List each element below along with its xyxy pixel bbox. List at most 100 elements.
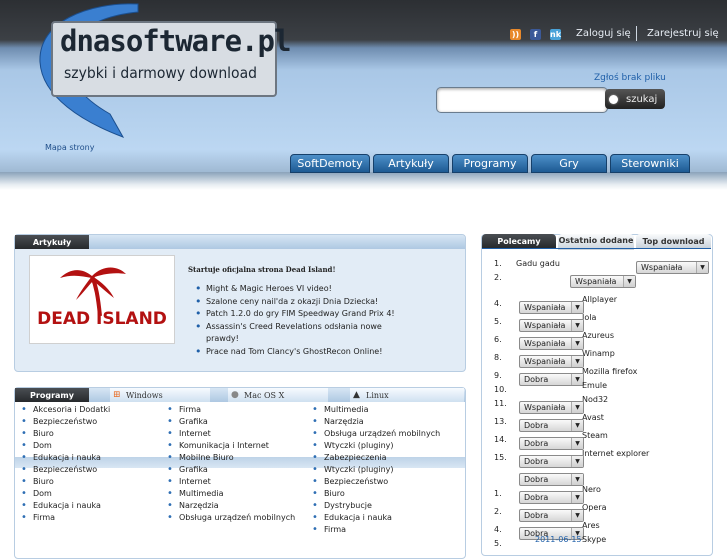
list-item[interactable]: Edukacja i nauka (308, 512, 440, 524)
report-missing-file-link[interactable]: Zgłoś brak pliku (594, 73, 666, 83)
rank-program-name[interactable]: Skype (582, 535, 606, 544)
list-item[interactable]: Multimedia (163, 488, 295, 500)
list-item[interactable]: Obsługa urządzeń mobilnych (308, 428, 440, 440)
list-item[interactable]: Biuro (17, 476, 110, 488)
rank-program-name[interactable]: Nero (582, 485, 601, 494)
list-item[interactable]: Bezpieczeństwo (308, 476, 440, 488)
list-item[interactable]: Grafika (163, 464, 295, 476)
list-item[interactable]: Narzędzia (308, 416, 440, 428)
list-item[interactable]: Dystrybucje (308, 500, 440, 512)
list-item[interactable]: Akcesoria i Dodatki (17, 404, 110, 416)
list-item[interactable]: Bezpieczeństwo (17, 464, 110, 476)
chevron-down-icon: ▼ (623, 276, 635, 287)
rank-program-name[interactable]: Steam (582, 431, 608, 440)
tab-top-download[interactable]: Top download (636, 234, 711, 248)
programs-column-3: Multimedia Narzędzia Obsługa urządzeń mo… (308, 404, 440, 536)
programs-column-2: Firma Grafika Internet Komunikacja i Int… (163, 404, 295, 524)
rating-select[interactable]: Dobra ▼ (519, 473, 584, 486)
rank-program-name[interactable]: Azureus (582, 331, 614, 340)
rating-select[interactable]: Dobra ▼ (519, 491, 584, 504)
nav-tab-gry[interactable]: Gry (531, 154, 607, 173)
nav-tab-artykuly[interactable]: Artykuły (373, 154, 449, 173)
list-item[interactable]: Firma (17, 512, 110, 524)
list-item[interactable]: Biuro (17, 428, 110, 440)
rank-program-name[interactable]: Opera (582, 503, 607, 512)
facebook-icon[interactable]: f (530, 29, 541, 40)
rating-select[interactable]: Dobra ▼ (519, 437, 584, 450)
tab-programs[interactable]: Programy (15, 388, 89, 402)
rank-program-name[interactable]: Ares (582, 521, 600, 530)
list-item[interactable]: Assassin's Creed Revelations odsłania no… (195, 321, 405, 346)
rank-program-name[interactable]: Nod32 (582, 395, 608, 404)
list-item[interactable]: Wtyczki (pluginy) (308, 440, 440, 452)
search-button[interactable]: szukaj (605, 89, 665, 109)
list-item[interactable]: Internet (163, 476, 295, 488)
tab-linux[interactable]: ▲ Linux (350, 388, 464, 402)
chevron-down-icon: ▼ (571, 474, 583, 485)
rating-value: Dobra (524, 421, 549, 430)
logo-title[interactable]: dnasoftware.pl (60, 24, 291, 58)
search-input[interactable] (436, 87, 608, 113)
nav-tab-softdemoty[interactable]: SoftDemoty (290, 154, 370, 173)
rating-select[interactable]: Dobra ▼ (519, 419, 584, 432)
rank-program-name[interactable]: Mozilla firefox (582, 367, 637, 376)
rank-program-name[interactable]: Jola (582, 313, 596, 322)
list-item[interactable]: Obsługa urządzeń mobilnych (163, 512, 295, 524)
rating-select[interactable]: Dobra ▼ (519, 373, 584, 386)
list-item[interactable]: Biuro (308, 488, 440, 500)
list-item[interactable]: Edukacja i nauka (17, 500, 110, 512)
rating-select[interactable]: Wspaniała ▼ (519, 401, 584, 414)
login-link[interactable]: Zaloguj się (576, 28, 631, 39)
rank-program-name[interactable]: Emule (582, 381, 607, 390)
list-item[interactable]: Dom (17, 488, 110, 500)
rating-select[interactable]: Wspaniała ▼ (519, 319, 584, 332)
rating-value: Wspaniała (575, 277, 617, 286)
rank-program-name[interactable]: Avast (582, 413, 604, 422)
rating-select[interactable]: Wspaniała ▼ (636, 261, 709, 274)
article-headline[interactable]: Startuje oficjalna strona Dead Island! (188, 265, 336, 274)
list-item[interactable]: Komunikacja i Internet (163, 440, 295, 452)
list-item[interactable]: Multimedia (308, 404, 440, 416)
rating-select[interactable]: Wspaniała ▼ (519, 355, 584, 368)
list-item[interactable]: Mobilne Biuro (163, 452, 295, 464)
list-item[interactable]: Wtyczki (pluginy) (308, 464, 440, 476)
nav-tab-sterowniki[interactable]: Sterowniki (610, 154, 690, 173)
dead-island-image[interactable]: DEAD ISLAND (29, 255, 175, 344)
tab-recommended[interactable]: Polecamy (482, 234, 556, 248)
list-item[interactable]: Bezpieczeństwo (17, 416, 110, 428)
rating-value: Wspaniała (524, 303, 566, 312)
tab-macosx[interactable]: ● Mac OS X (228, 388, 328, 402)
list-item[interactable]: Internet (163, 428, 295, 440)
tab-windows[interactable]: ⊞ Windows (110, 388, 210, 402)
sitemap-link[interactable]: Mapa strony (45, 143, 94, 152)
list-item[interactable]: Narzędzia (163, 500, 295, 512)
chevron-down-icon: ▼ (571, 338, 583, 349)
rank-program-name[interactable]: Winamp (582, 349, 615, 358)
tab-articles[interactable]: Artykuły (15, 235, 89, 249)
rank-program-name[interactable]: Internet explorer (582, 449, 649, 458)
rating-select[interactable]: Wspaniała ▼ (519, 337, 584, 350)
rss-icon[interactable]: )) (510, 29, 521, 40)
list-item[interactable]: Might & Magic Heroes VI video! (195, 283, 405, 296)
register-link[interactable]: Zarejestruj się (647, 28, 719, 39)
list-item[interactable]: Prace nad Tom Clancy's GhostRecon Online… (195, 346, 405, 359)
list-item[interactable]: Grafika (163, 416, 295, 428)
list-item[interactable]: Firma (308, 524, 440, 536)
rating-select[interactable]: Dobra ▼ (519, 455, 584, 468)
list-item[interactable]: Edukacja i nauka (17, 452, 110, 464)
rank-number: 13. (494, 417, 507, 426)
social-icons: )) f nk (510, 29, 561, 40)
nk-icon[interactable]: nk (550, 29, 561, 40)
header-shadow (0, 172, 727, 190)
rank-program-name[interactable]: Allplayer (582, 295, 617, 304)
nav-tab-programy[interactable]: Programy (452, 154, 528, 173)
list-item[interactable]: Dom (17, 440, 110, 452)
rank-program-name[interactable]: Gadu gadu (516, 259, 560, 268)
list-item[interactable]: Zabezpieczenia (308, 452, 440, 464)
rating-select[interactable]: Wspaniała ▼ (519, 301, 584, 314)
list-item[interactable]: Szalone ceny nail'da z okazji Dnia Dziec… (195, 296, 405, 309)
list-item[interactable]: Firma (163, 404, 295, 416)
rating-select[interactable]: Dobra ▼ (519, 509, 584, 522)
rating-select[interactable]: Wspaniała ▼ (570, 275, 636, 288)
list-item[interactable]: Patch 1.2.0 do gry FIM Speedway Grand Pr… (195, 308, 405, 321)
